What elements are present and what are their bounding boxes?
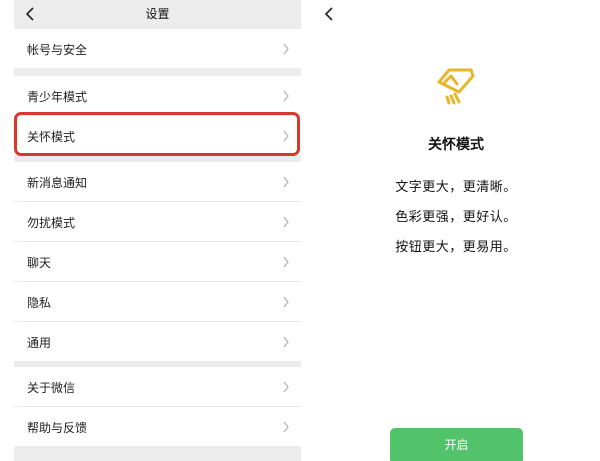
settings-item-privacy[interactable]: 隐私 (14, 282, 301, 321)
feature-text: 文字更大，更清晰。 (395, 180, 517, 195)
chevron-right-icon (283, 296, 289, 308)
care-mode-title: 关怀模式 (428, 137, 484, 153)
chevron-right-icon (283, 256, 289, 268)
settings-item-label: 聊天 (27, 256, 52, 270)
settings-item-teen-mode[interactable]: 青少年模式 (14, 76, 301, 115)
chevron-right-icon (283, 421, 289, 433)
settings-header: 设置 (14, 0, 301, 29)
chevron-right-icon (283, 43, 289, 55)
feature-text: 按钮更大，更易用。 (395, 240, 517, 255)
chevron-right-icon (283, 381, 289, 393)
settings-item-help-feedback[interactable]: 帮助与反馈 (14, 407, 301, 446)
settings-item-account-security[interactable]: 帐号与安全 (14, 29, 301, 68)
settings-title: 设置 (145, 7, 170, 21)
highlight-box (14, 112, 300, 156)
settings-item-label: 帐号与安全 (27, 43, 88, 57)
care-mode-panel: 关怀模式 文字更大，更清晰。 色彩更强，更好认。 按钮更大，更易用。 开启 (312, 0, 600, 461)
settings-item-label: 帮助与反馈 (27, 421, 88, 435)
settings-item-about-wechat[interactable]: 关于微信 (14, 367, 301, 406)
settings-item-general[interactable]: 通用 (14, 322, 301, 361)
enable-button[interactable]: 开启 (390, 428, 523, 461)
chevron-right-icon (283, 90, 289, 102)
settings-item-do-not-disturb[interactable]: 勿扰模式 (14, 202, 301, 241)
chevron-right-icon (283, 336, 289, 348)
feature-text: 色彩更强，更好认。 (395, 210, 517, 225)
settings-panel: 设置 帐号与安全 青少年模式 关怀模式 新消息通知 勿扰模式 聊天 隐私 通用 (14, 0, 301, 461)
care-mode-icon (437, 68, 475, 105)
settings-item-new-message-notification[interactable]: 新消息通知 (14, 162, 301, 201)
settings-item-label: 关于微信 (27, 381, 76, 395)
chevron-right-icon (283, 176, 289, 188)
settings-item-label: 青少年模式 (27, 90, 88, 104)
settings-item-label: 隐私 (27, 296, 52, 310)
settings-item-label: 勿扰模式 (27, 216, 76, 230)
settings-item-chat[interactable]: 聊天 (14, 242, 301, 281)
chevron-right-icon (283, 216, 289, 228)
back-arrow-icon[interactable] (323, 6, 335, 22)
settings-item-label: 新消息通知 (27, 176, 88, 190)
settings-item-label: 通用 (27, 336, 52, 350)
